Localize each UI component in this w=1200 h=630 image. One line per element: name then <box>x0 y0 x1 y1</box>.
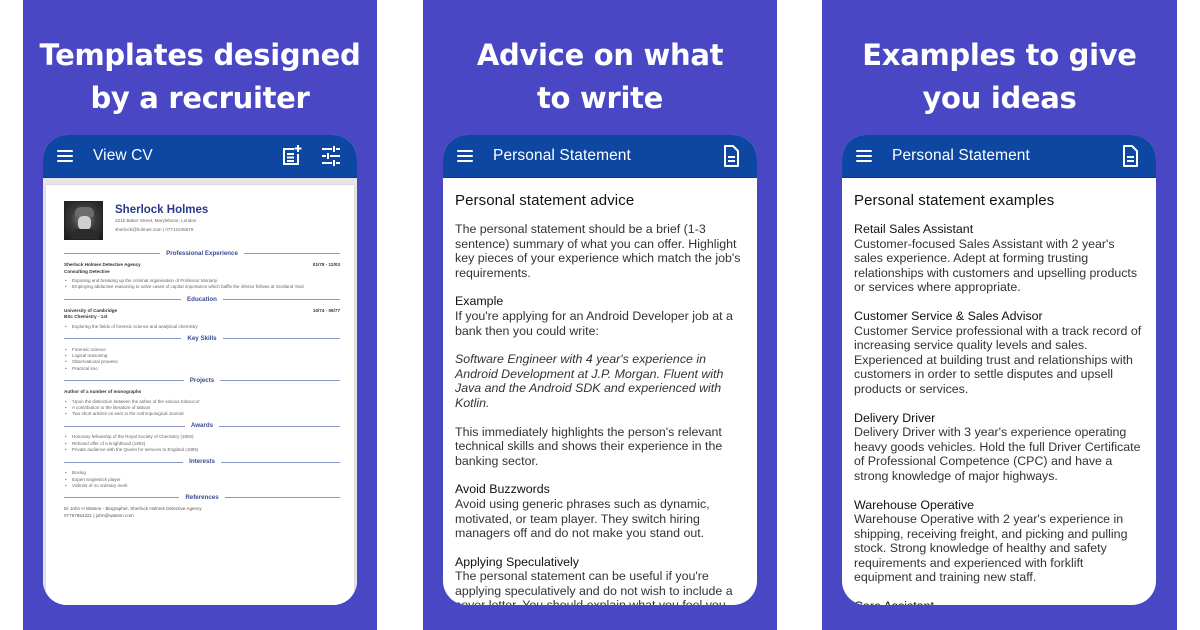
example-quote-block: Software Engineer with 4 year's experien… <box>455 352 745 410</box>
heading-line-1: Examples to give <box>862 38 1137 72</box>
employer: Sherlock Holmes Detective Agency <box>64 262 141 267</box>
app-bar-title: View CV <box>93 147 153 164</box>
section-title-experience: Professional Experience <box>64 250 340 257</box>
example-item: Delivery Driver Delivery Driver with 3 y… <box>854 411 1144 484</box>
cv-name: Sherlock Holmes <box>115 204 209 216</box>
profile-photo <box>64 201 103 240</box>
reference-line-2: 07787654321 | john@watson.com <box>64 512 134 518</box>
speculative-title: Applying Speculatively <box>455 554 579 569</box>
example-followup: This immediately highlights the person's… <box>455 424 723 468</box>
panel-heading: Examples to give you ideas <box>822 34 1177 120</box>
list-item: Private audience with the Queen for serv… <box>64 447 340 454</box>
example-item: Customer Service & Sales Advisor Custome… <box>854 309 1144 397</box>
buzzwords-text: Avoid using generic phrases such as dyna… <box>455 496 710 541</box>
tune-settings-icon[interactable] <box>319 144 343 168</box>
list-item: Practical kno <box>64 366 340 373</box>
example-item: Retail Sales Assistant Customer-focused … <box>854 222 1144 295</box>
example-block: Example If you're applying for an Androi… <box>455 294 745 338</box>
document-icon[interactable] <box>1118 144 1142 168</box>
heading-line-2: you ideas <box>922 81 1077 115</box>
app-bar: Personal Statement <box>443 135 757 178</box>
example-role: Care Assistant <box>854 599 1144 605</box>
job-role: Consulting Detective <box>64 268 110 274</box>
example-followup-block: This immediately highlights the person's… <box>455 425 745 469</box>
speculative-block: Applying Speculatively The personal stat… <box>455 555 745 605</box>
buzzwords-block: Avoid Buzzwords Avoid using generic phra… <box>455 482 745 540</box>
app-bar-title: Personal Statement <box>892 147 1030 164</box>
list-item: Exploring the fields of forensic science… <box>64 324 340 331</box>
example-title: Example <box>455 294 504 309</box>
heading-line-2: to write <box>536 81 664 115</box>
hamburger-menu-icon[interactable] <box>57 150 73 162</box>
section-title-skills: Key Skills <box>64 335 340 342</box>
panel-heading: Templates designed by a recruiter <box>23 34 377 120</box>
section-title-interests: Interests <box>64 458 340 465</box>
cv-contact: sherlock@holmes.com | 07712345678 <box>115 226 194 232</box>
promo-panel-examples: Examples to give you ideas Personal Stat… <box>822 0 1177 630</box>
promo-panel-templates: Templates designed by a recruiter View C… <box>23 0 377 630</box>
examples-content[interactable]: Personal statement examples Retail Sales… <box>842 178 1156 605</box>
section-title-projects: Projects <box>64 377 340 384</box>
cv-preview-area[interactable]: Sherlock Holmes 221b Baker Street, Maryl… <box>43 178 357 605</box>
skills-bullets: Forensic science Logical reasoning Obser… <box>64 347 340 372</box>
cv-page: Sherlock Holmes 221b Baker Street, Maryl… <box>46 185 354 605</box>
example-text: Customer Service professional with a tra… <box>854 323 1142 396</box>
heading-line-1: Templates designed <box>39 38 361 72</box>
projects-bullets: 'Upon the distinction between the ashes … <box>64 399 340 418</box>
add-note-icon[interactable] <box>279 144 303 168</box>
education-bullets: Exploring the fields of forensic science… <box>64 324 340 331</box>
hamburger-menu-icon[interactable] <box>856 150 872 162</box>
example-role: Warehouse Operative <box>854 497 975 512</box>
example-text: Customer-focused Sales Assistant with 2 … <box>854 236 1138 295</box>
section-title-awards: Awards <box>64 422 340 429</box>
content-title: Personal statement advice <box>455 192 635 209</box>
experience-bullets: Exposing and breaking up the criminal or… <box>64 278 340 291</box>
app-bar: View CV <box>43 135 357 178</box>
hamburger-menu-icon[interactable] <box>457 150 473 162</box>
advice-content[interactable]: Personal statement advice The personal s… <box>443 178 757 605</box>
interests-bullets: Boxing Expert singlestick player Violini… <box>64 470 340 489</box>
example-quote: Software Engineer with 4 year's experien… <box>455 352 724 410</box>
projects-heading: Author of a number of monographs <box>64 389 142 395</box>
cv-header: Sherlock Holmes 221b Baker Street, Maryl… <box>64 201 340 240</box>
speculative-text: The personal statement can be useful if … <box>455 569 733 605</box>
phone-screen: View CV Sherlock Holmes 221b Baker Stree… <box>43 135 357 605</box>
example-text: If you're applying for an Android Develo… <box>455 308 733 338</box>
section-title-references: References <box>64 494 340 501</box>
intro-text: The personal statement should be a brief… <box>455 222 741 280</box>
example-item: Care Assistant <box>854 599 1144 605</box>
experience-dates: 01/78 - 12/03 <box>312 262 340 267</box>
education-dates: 10/74 - 06/77 <box>312 307 340 313</box>
app-bar-title: Personal Statement <box>493 147 631 164</box>
phone-screen: Personal Statement Personal statement ex… <box>842 135 1156 605</box>
example-role: Customer Service & Sales Advisor <box>854 308 1043 323</box>
panel-heading: Advice on what to write <box>423 34 777 120</box>
document-icon[interactable] <box>719 144 743 168</box>
list-item: Employing abductive reasoning to solve c… <box>64 284 340 291</box>
content-title: Personal statement examples <box>854 192 1055 209</box>
list-item: Two short articles on ears in the Anthro… <box>64 411 340 418</box>
phone-screen: Personal Statement Personal statement ad… <box>443 135 757 605</box>
degree: BSc Chemistry - 1st <box>64 314 108 320</box>
heading-line-1: Advice on what <box>476 38 724 72</box>
buzzwords-title: Avoid Buzzwords <box>455 482 550 497</box>
example-item: Warehouse Operative Warehouse Operative … <box>854 498 1144 586</box>
example-role: Retail Sales Assistant <box>854 222 974 236</box>
example-text: Warehouse Operative with 2 year's experi… <box>854 512 1128 585</box>
app-bar: Personal Statement <box>842 135 1156 178</box>
example-text: Delivery Driver with 3 year's experience… <box>854 425 1141 483</box>
example-role: Delivery Driver <box>854 410 936 425</box>
section-title-education: Education <box>64 296 340 303</box>
heading-line-2: by a recruiter <box>90 81 310 115</box>
cv-address: 221b Baker Street, Marylebone, London <box>115 218 197 223</box>
promo-panel-advice: Advice on what to write Personal Stateme… <box>423 0 777 630</box>
intro-block: The personal statement should be a brief… <box>455 222 745 280</box>
list-item: Violinist of no ordinary merit <box>64 483 340 490</box>
awards-bullets: Honorary fellowship of the Royal Society… <box>64 434 340 453</box>
